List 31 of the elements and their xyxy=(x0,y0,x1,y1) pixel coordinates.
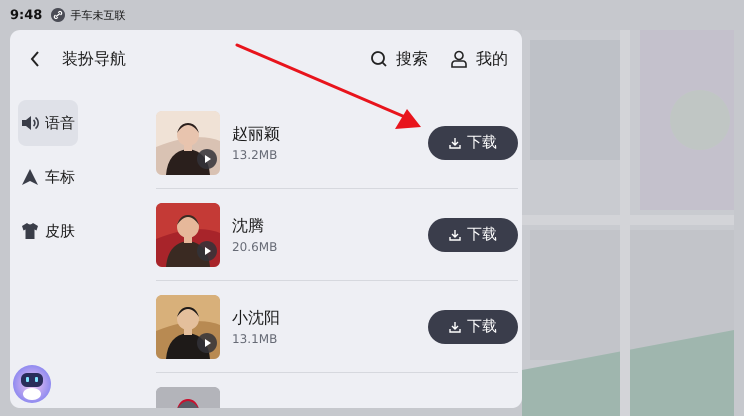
voice-name: 小沈阳 xyxy=(232,308,281,328)
sidebar-item[interactable]: 语音 xyxy=(18,100,78,146)
panel-title: 装扮导航 xyxy=(62,48,126,70)
voice-name: 沈腾 xyxy=(232,216,265,236)
file-size: 13.1MB xyxy=(232,332,278,346)
navigation-arrow-icon xyxy=(21,168,39,186)
voice-name: 赵丽颖 xyxy=(232,124,281,144)
assistant-robot-icon[interactable] xyxy=(12,364,52,404)
sidebar-item[interactable]: 车标 xyxy=(18,154,78,200)
status-time: 9:48 xyxy=(10,8,42,22)
sidebar-item[interactable]: 皮肤 xyxy=(18,208,78,254)
download-icon xyxy=(449,228,461,240)
file-size: 13.2MB xyxy=(232,148,278,162)
download-icon xyxy=(449,320,461,332)
back-button[interactable] xyxy=(30,51,40,67)
play-icon xyxy=(197,148,217,168)
connection-status: 手车未互联 xyxy=(70,8,126,22)
file-size: 20.6MB xyxy=(232,240,278,254)
search-icon xyxy=(370,50,388,68)
play-icon xyxy=(197,332,217,352)
profile-button[interactable]: 我的 xyxy=(450,48,508,70)
search-button[interactable]: 搜索 xyxy=(370,48,428,70)
user-icon xyxy=(450,50,468,68)
download-icon xyxy=(449,136,461,148)
speaker-icon xyxy=(21,114,39,132)
download-button[interactable]: 下载 xyxy=(428,218,518,252)
play-icon xyxy=(197,240,217,260)
download-button[interactable]: 下载 xyxy=(428,126,518,160)
link-icon xyxy=(51,8,66,22)
shirt-icon xyxy=(21,222,39,240)
download-button[interactable]: 下载 xyxy=(428,310,518,344)
